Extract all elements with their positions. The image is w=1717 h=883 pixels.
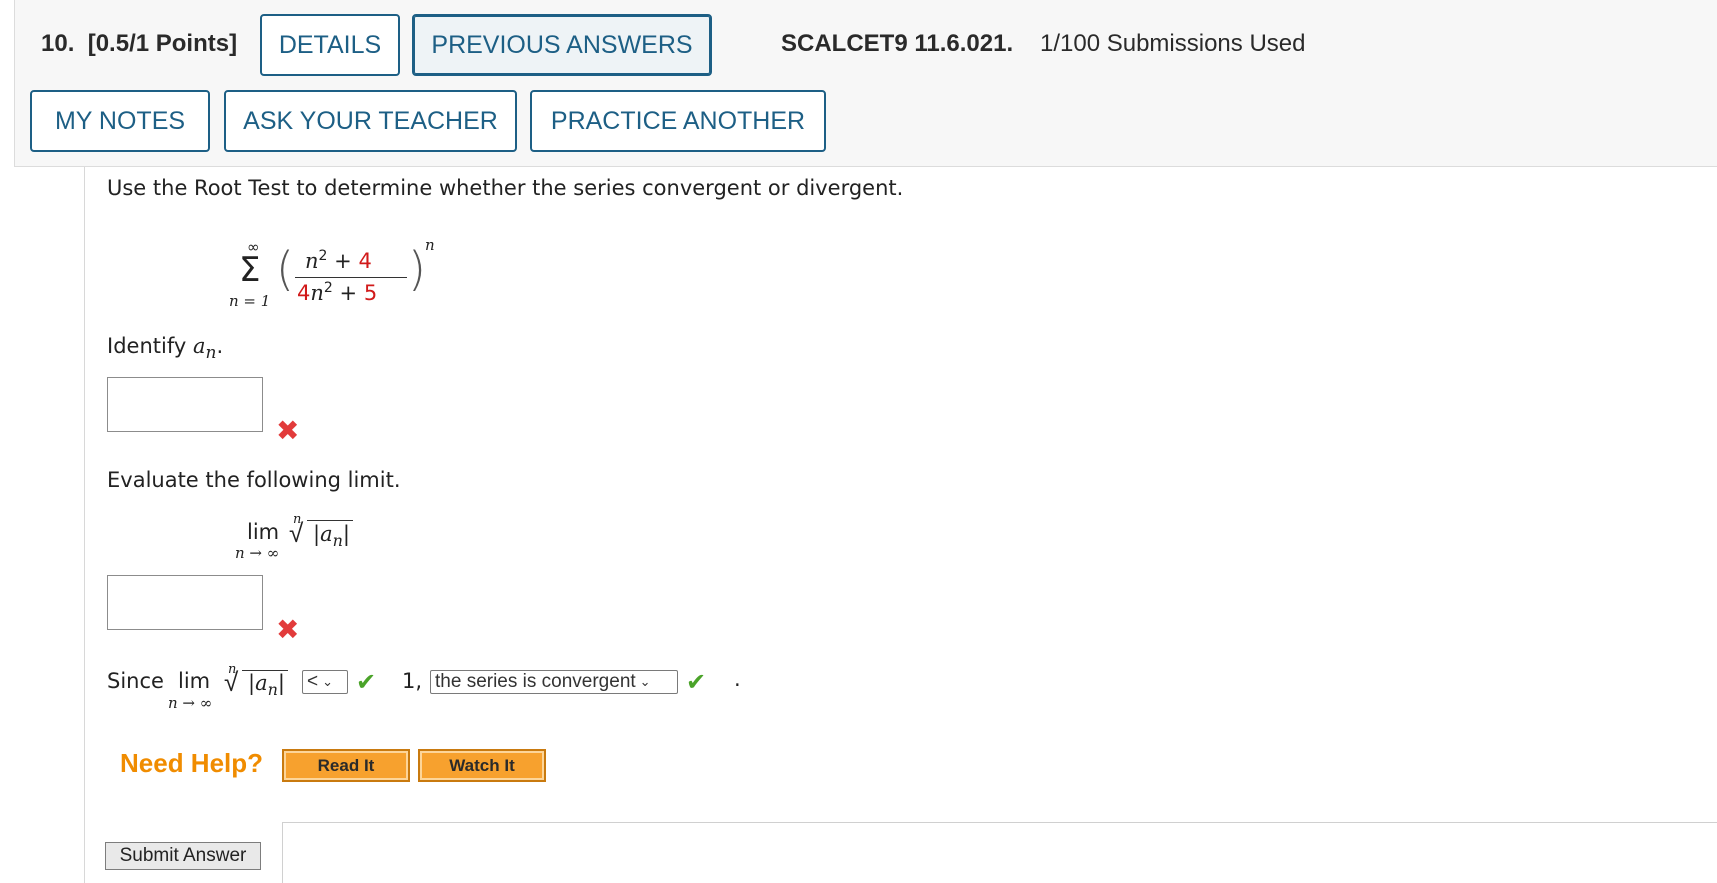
one-label: 1, [402,669,423,693]
denominator: 4n2 + 5 [297,280,378,305]
radical-sign: √ [224,668,239,698]
chevron-down-icon: ⌄ [322,674,334,689]
conclusion-select[interactable]: the series is convergent ⌄ [430,670,678,694]
read-it-button[interactable]: Read It [282,749,410,782]
lim-subscript: n → ∞ [235,544,280,562]
series-expression: ∞ Σ n = 1 ( n2 + 4 4n2 + 5 ) n [225,236,435,310]
submissions-used: 1/100 Submissions Used [1040,30,1306,57]
lim-word: lim [178,669,211,693]
previous-answers-button[interactable]: PREVIOUS ANSWERS [412,14,712,76]
numerator: n2 + 4 [305,248,372,273]
series-power: n [425,236,435,254]
problem-code: SCALCET9 11.6.021. [781,30,1014,57]
incorrect-mark-icon: ✖ [276,613,300,646]
watch-it-button[interactable]: Watch It [418,749,546,782]
submit-answer-button[interactable]: Submit Answer [105,842,261,870]
practice-another-button[interactable]: PRACTICE ANOTHER [530,90,826,152]
fraction-bar [295,277,407,278]
final-period: . [734,667,741,691]
identify-label: Identify an. [107,334,224,364]
need-help-label: Need Help? [120,748,264,778]
feedback-panel [282,822,1717,883]
comparison-select[interactable]: < ⌄ [302,670,348,694]
question-instruction: Use the Root Test to determine whether t… [107,176,904,200]
correct-check-icon: ✔ [356,668,377,696]
lim-subscript: n → ∞ [168,694,213,712]
sum-lower-limit: n = 1 [229,292,271,310]
question-header: 10. [0.5/1 Points] DETAILS PREVIOUS ANSW… [14,0,1717,167]
limit-answer-input[interactable] [107,575,263,630]
ask-your-teacher-button[interactable]: ASK YOUR TEACHER [224,90,517,152]
radical-bar [307,520,353,521]
details-button[interactable]: DETAILS [260,14,400,76]
question-number: 10. [0.5/1 Points] [41,30,238,57]
sigma-symbol: Σ [239,250,261,290]
abs-an: |an| [248,671,285,700]
lim-word: lim [247,520,280,544]
points-label: [0.5/1 Points] [87,30,238,57]
evaluate-label: Evaluate the following limit. [107,468,401,492]
incorrect-mark-icon: ✖ [276,414,300,447]
since-label: Since [107,669,164,693]
right-paren: ) [408,242,426,296]
correct-check-icon: ✔ [686,668,707,696]
left-paren: ( [276,242,294,296]
chevron-down-icon: ⌄ [639,674,651,689]
since-limit-expression: lim n → ∞ n √ |an| [168,662,298,712]
radical-sign: √ [289,519,304,549]
an-answer-input[interactable] [107,377,263,432]
limit-expression: lim n → ∞ n √ |an| [235,512,375,562]
my-notes-button[interactable]: MY NOTES [30,90,210,152]
abs-an: |an| [313,522,350,551]
